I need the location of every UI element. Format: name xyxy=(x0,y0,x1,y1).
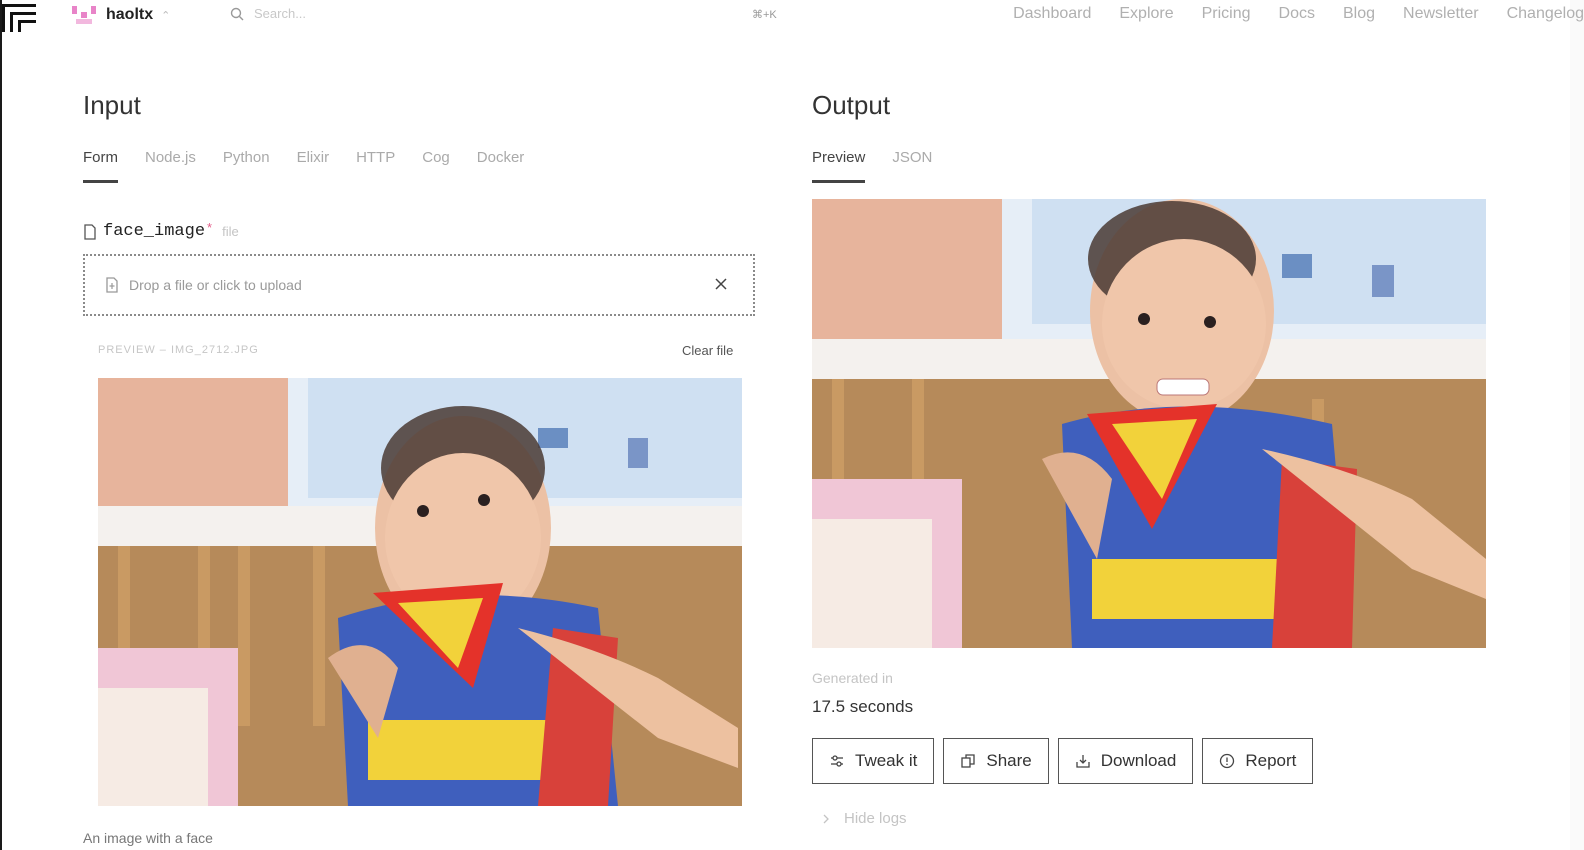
main-nav: Dashboard Explore Pricing Docs Blog News… xyxy=(1013,5,1584,23)
generated-value: 17.5 seconds xyxy=(812,697,914,716)
download-button[interactable]: Download xyxy=(1057,738,1194,784)
team-name: haoltx xyxy=(106,6,154,23)
file-icon xyxy=(84,223,96,240)
search-icon xyxy=(230,7,244,20)
file-upload-icon xyxy=(106,277,118,293)
input-preview-image xyxy=(98,378,742,806)
report-button-label: Report xyxy=(1245,751,1297,770)
input-tabs: Form Node.js Python Elixir HTTP Cog Dock… xyxy=(83,149,763,183)
scrollbar-track[interactable] xyxy=(1570,0,1584,850)
output-panel: Output Preview JSON Generated in 17.5 se… xyxy=(812,90,1492,827)
output-actions: Tweak it Share Download Report xyxy=(812,738,1314,784)
nav-docs[interactable]: Docs xyxy=(1279,5,1315,23)
team-switcher[interactable]: haoltx ⌃ xyxy=(72,4,170,26)
preview-label: PREVIEW – IMG_2712.JPG xyxy=(98,344,259,356)
chevron-up-down-icon: ⌃ xyxy=(161,9,171,22)
team-avatar-icon xyxy=(72,6,96,24)
copy-icon xyxy=(961,754,976,768)
tab-form[interactable]: Form xyxy=(83,149,118,183)
logs-toggle-label: Hide logs xyxy=(844,810,907,827)
close-icon[interactable] xyxy=(713,276,729,292)
download-icon xyxy=(1076,755,1090,768)
share-button-label: Share xyxy=(986,751,1032,770)
output-image xyxy=(812,199,1486,648)
required-mark: * xyxy=(207,220,213,235)
tab-http[interactable]: HTTP xyxy=(356,149,395,183)
input-panel: Input Form Node.js Python Elixir HTTP Co… xyxy=(83,90,763,846)
tab-cog[interactable]: Cog xyxy=(422,149,450,183)
output-title: Output xyxy=(812,90,891,120)
chevron-right-icon xyxy=(823,814,829,823)
search-shortcut: ⌘+K xyxy=(752,9,777,21)
search-input[interactable] xyxy=(252,5,736,22)
report-button[interactable]: Report xyxy=(1202,738,1314,784)
tab-json[interactable]: JSON xyxy=(892,149,932,183)
nav-blog[interactable]: Blog xyxy=(1343,5,1375,23)
logo-icon[interactable] xyxy=(2,2,38,32)
input-title: Input xyxy=(83,90,141,120)
nav-pricing[interactable]: Pricing xyxy=(1202,5,1251,23)
share-button[interactable]: Share xyxy=(943,738,1049,784)
tab-nodejs[interactable]: Node.js xyxy=(145,149,196,183)
download-button-label: Download xyxy=(1100,751,1177,770)
nav-explore[interactable]: Explore xyxy=(1119,5,1173,23)
tab-elixir[interactable]: Elixir xyxy=(297,149,330,183)
nav-dashboard[interactable]: Dashboard xyxy=(1013,5,1091,23)
tweak-button-label: Tweak it xyxy=(855,751,918,770)
field-label: face_image * file xyxy=(83,220,239,241)
top-bar: haoltx ⌃ ⌘+K Dashboard Explore Pricing D… xyxy=(0,0,1584,32)
clear-file-button[interactable]: Clear file xyxy=(682,343,733,358)
alert-circle-icon xyxy=(1220,753,1235,769)
field-description: An image with a face xyxy=(83,830,213,846)
dropzone-text: Drop a file or click to upload xyxy=(129,277,302,293)
nav-changelog[interactable]: Changelog xyxy=(1507,5,1584,23)
tab-preview[interactable]: Preview xyxy=(812,149,866,183)
window-edge xyxy=(0,0,2,850)
tweak-button[interactable]: Tweak it xyxy=(812,738,935,784)
field-type: file xyxy=(222,224,239,239)
tab-docker[interactable]: Docker xyxy=(477,149,525,183)
generated-label: Generated in xyxy=(812,670,893,686)
sliders-icon xyxy=(831,755,843,767)
field-name: face_image xyxy=(103,222,206,241)
tab-python[interactable]: Python xyxy=(223,149,270,183)
output-tabs: Preview JSON xyxy=(812,149,1492,183)
search-bar xyxy=(230,5,790,22)
file-dropzone[interactable]: Drop a file or click to upload xyxy=(83,254,755,316)
logs-toggle[interactable]: Hide logs xyxy=(822,810,907,827)
nav-newsletter[interactable]: Newsletter xyxy=(1403,5,1479,23)
